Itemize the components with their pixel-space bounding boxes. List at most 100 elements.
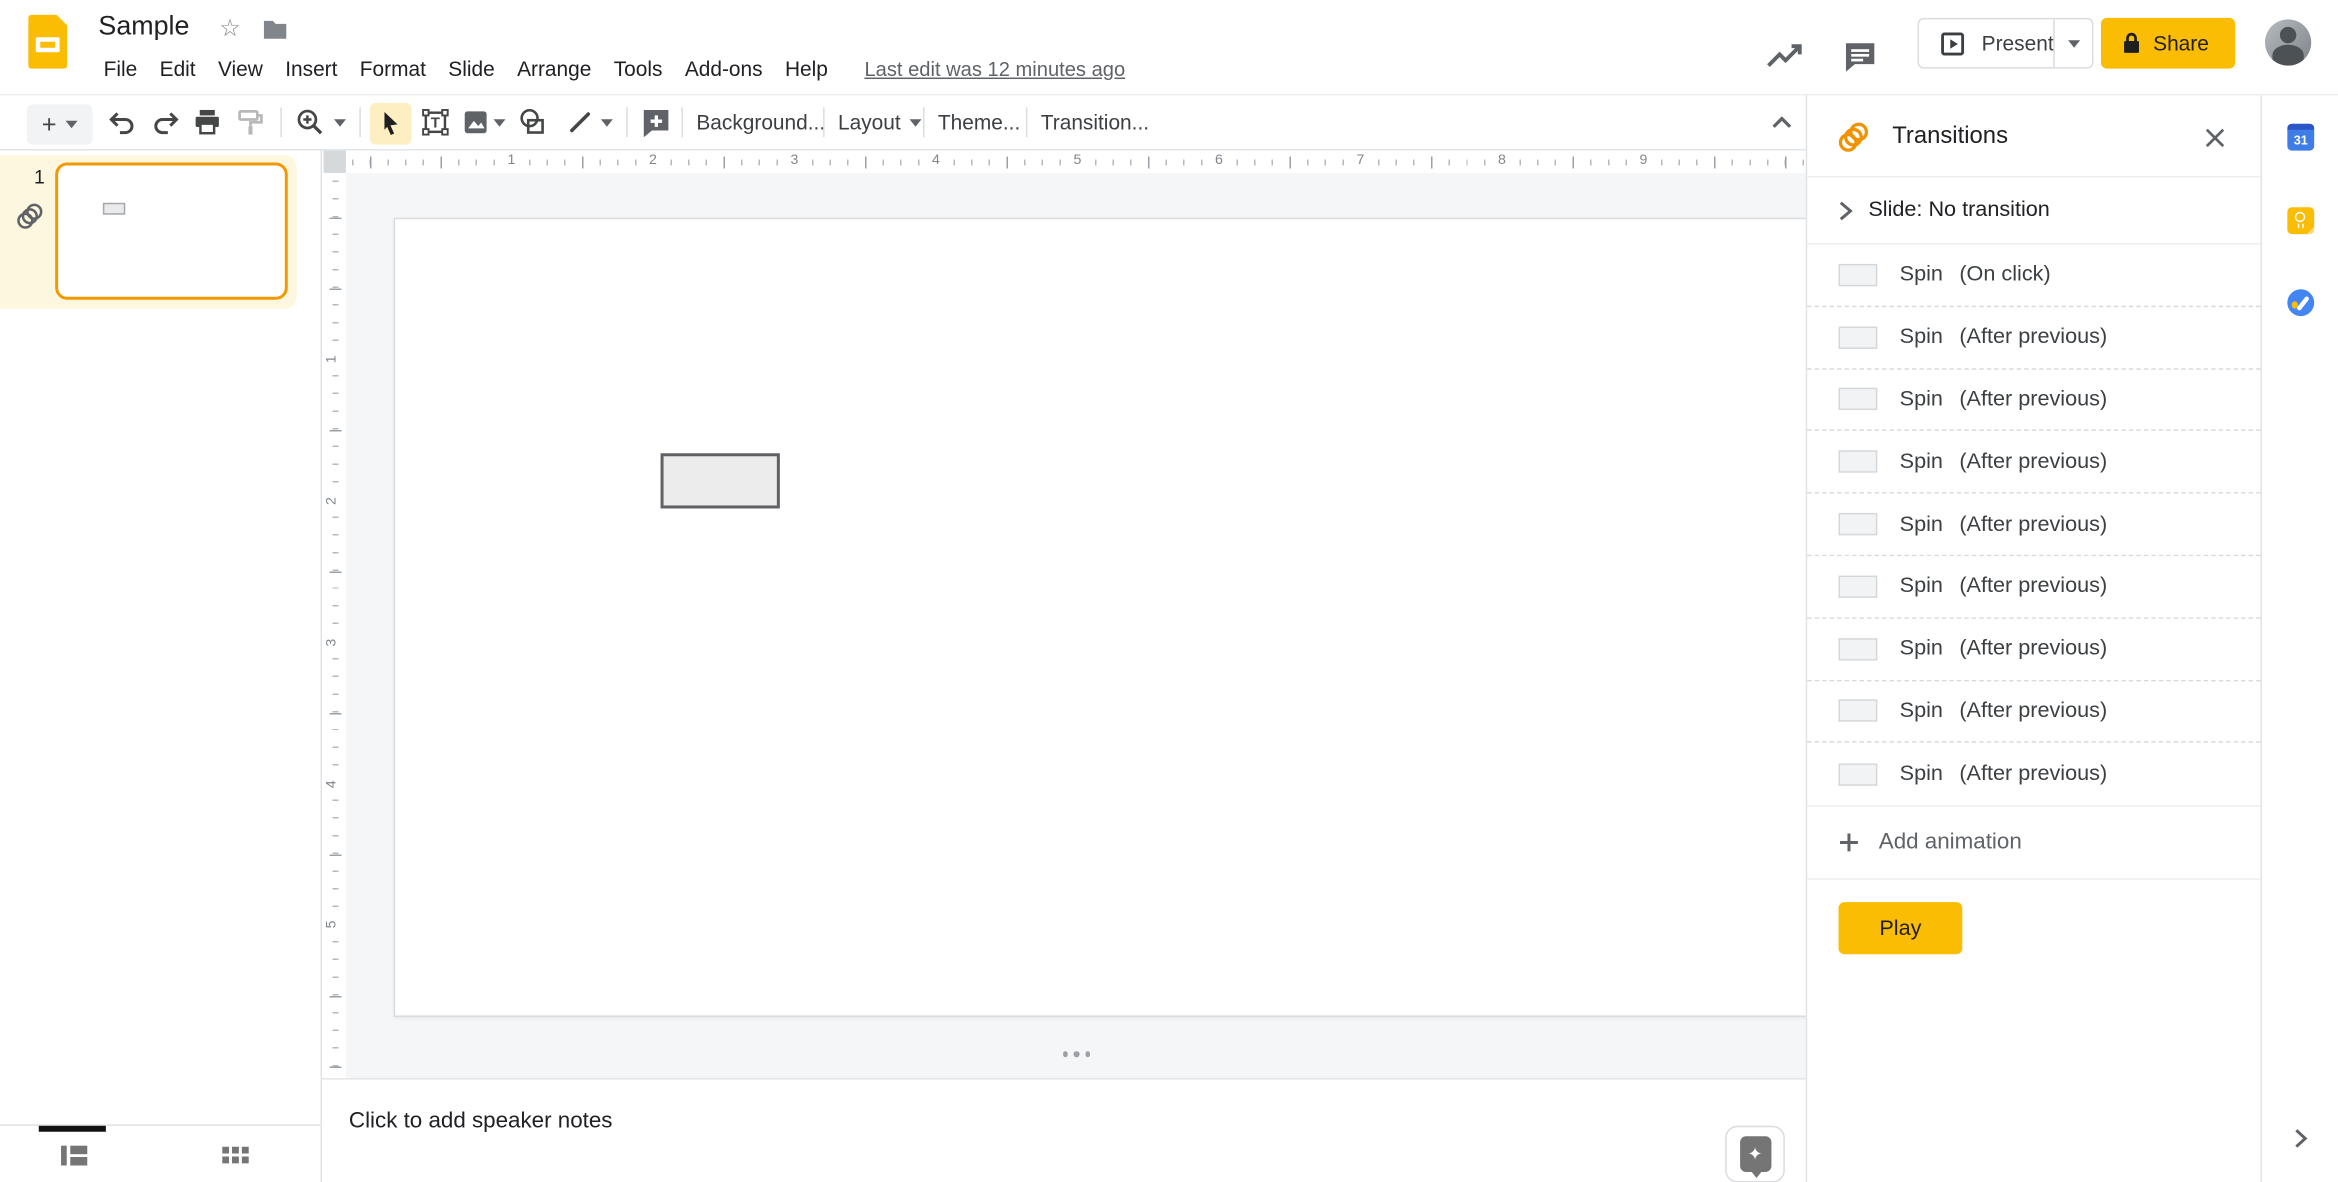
slide-thumbnail[interactable] bbox=[55, 162, 288, 300]
background-label: Background... bbox=[696, 110, 826, 135]
animation-row-6[interactable]: Spin (After previous) bbox=[1807, 556, 2261, 619]
animation-thumbnail bbox=[1838, 763, 1878, 786]
menu-edit[interactable]: Edit bbox=[148, 51, 206, 87]
animation-row-7[interactable]: Spin (After previous) bbox=[1807, 618, 2261, 681]
zoom-button[interactable] bbox=[292, 104, 328, 140]
select-tool-button[interactable] bbox=[369, 102, 412, 145]
animation-effect: Spin bbox=[1899, 762, 1943, 787]
close-panel-button[interactable] bbox=[2195, 118, 2234, 157]
shape-button[interactable] bbox=[514, 104, 550, 140]
menu-view[interactable]: View bbox=[207, 51, 274, 87]
redo-button[interactable] bbox=[148, 104, 184, 140]
grid-view-icon bbox=[222, 1146, 249, 1164]
document-title[interactable]: Sample bbox=[98, 10, 189, 41]
slide-transition-row[interactable]: Slide: No transition bbox=[1807, 177, 2261, 245]
ruler-corner bbox=[323, 150, 346, 173]
menu-addons[interactable]: Add-ons bbox=[674, 51, 774, 87]
animation-trigger: (After previous) bbox=[1959, 699, 2108, 724]
transitions-panel-header: Transitions bbox=[1807, 95, 2261, 178]
google-tasks-icon[interactable] bbox=[2287, 289, 2315, 317]
line-options-button[interactable] bbox=[596, 104, 617, 140]
slide-transition-label: Slide: No transition bbox=[1868, 198, 2050, 223]
share-label: Share bbox=[2153, 31, 2209, 56]
new-slide-button[interactable]: + bbox=[26, 104, 93, 145]
animation-row-9[interactable]: Spin (After previous) bbox=[1807, 743, 2260, 805]
share-button[interactable]: Share bbox=[2100, 17, 2236, 69]
ruler-number: 3 bbox=[323, 634, 342, 650]
activity-trend-icon[interactable] bbox=[1765, 43, 1807, 70]
tasks-dot bbox=[2291, 301, 2298, 308]
move-folder-icon[interactable] bbox=[262, 19, 287, 40]
chevron-down-icon bbox=[600, 118, 613, 126]
star-icon[interactable]: ☆ bbox=[219, 13, 240, 43]
account-avatar[interactable] bbox=[2264, 19, 2312, 66]
toolbar-divider bbox=[359, 107, 361, 138]
toolbar-divider bbox=[280, 107, 282, 138]
slide-number: 1 bbox=[33, 165, 45, 188]
speaker-notes-area[interactable]: Click to add speaker notes bbox=[322, 1078, 1806, 1182]
ruler-number: 5 bbox=[323, 917, 342, 933]
theme-label: Theme... bbox=[937, 110, 1021, 135]
hide-menus-button[interactable] bbox=[1764, 104, 1800, 140]
animation-trigger: (After previous) bbox=[1959, 574, 2108, 599]
vertical-ruler[interactable]: 1 2 3 4 5 bbox=[323, 172, 346, 1079]
animation-row-4[interactable]: Spin (After previous) bbox=[1807, 432, 2261, 494]
animation-row-1[interactable]: Spin (On click) bbox=[1807, 245, 2261, 307]
filmstrip-view-button[interactable] bbox=[55, 1139, 91, 1172]
horizontal-ruler[interactable]: 1 2 3 4 5 6 7 8 9 bbox=[345, 150, 1806, 173]
theme-button[interactable]: Theme... bbox=[938, 95, 1020, 149]
notes-resize-handle[interactable] bbox=[1053, 1051, 1101, 1057]
animation-row-8[interactable]: Spin (After previous) bbox=[1807, 681, 2261, 744]
animation-thumbnail bbox=[1838, 263, 1878, 287]
last-edit-link[interactable]: Last edit was 12 minutes ago bbox=[864, 57, 1125, 79]
logo-fold bbox=[56, 14, 68, 26]
comments-icon[interactable] bbox=[1843, 40, 1877, 73]
animation-row-2[interactable]: Spin (After previous) bbox=[1807, 307, 2261, 370]
undo-button[interactable] bbox=[104, 104, 140, 140]
transition-button[interactable]: Transition... bbox=[1041, 95, 1149, 149]
chevron-down-icon bbox=[2067, 39, 2080, 47]
present-options-button[interactable] bbox=[2053, 19, 2092, 68]
animation-trigger: (After previous) bbox=[1959, 636, 2108, 661]
slide-thumbnail-row-selected[interactable]: 1 bbox=[0, 155, 297, 309]
zoom-options-button[interactable] bbox=[330, 104, 351, 140]
print-icon bbox=[195, 109, 219, 135]
menu-tools[interactable]: Tools bbox=[603, 51, 674, 87]
animation-thumbnail bbox=[1838, 700, 1878, 723]
add-animation-button[interactable]: Add animation bbox=[1807, 805, 2261, 880]
insert-comment-button[interactable] bbox=[638, 104, 674, 140]
print-button[interactable] bbox=[189, 104, 225, 140]
google-calendar-icon[interactable]: 31 bbox=[2287, 123, 2315, 151]
explore-button[interactable]: ✦ bbox=[1725, 1125, 1785, 1182]
layout-button[interactable]: Layout bbox=[838, 95, 922, 149]
image-options-button[interactable] bbox=[489, 104, 510, 140]
menu-insert[interactable]: Insert bbox=[274, 51, 349, 87]
background-button[interactable]: Background... bbox=[696, 95, 825, 149]
google-keep-icon[interactable] bbox=[2287, 207, 2315, 235]
menu-format[interactable]: Format bbox=[349, 51, 437, 87]
slide-shape-rectangle[interactable] bbox=[660, 453, 780, 509]
add-animation-label: Add animation bbox=[1878, 829, 2022, 855]
slide-canvas[interactable] bbox=[393, 217, 1809, 1017]
animation-row-5[interactable]: Spin (After previous) bbox=[1807, 494, 2261, 557]
canvas-background bbox=[345, 172, 1809, 1079]
menu-file[interactable]: File bbox=[92, 51, 148, 87]
ruler-number: 5 bbox=[1069, 152, 1086, 170]
line-tool-button[interactable] bbox=[562, 104, 598, 140]
text-box-button[interactable]: T bbox=[418, 104, 454, 140]
grid-view-button[interactable] bbox=[218, 1139, 254, 1172]
menu-arrange[interactable]: Arrange bbox=[506, 51, 603, 87]
toolbar-divider bbox=[922, 107, 925, 138]
transitions-icon bbox=[1838, 122, 1869, 152]
menu-slide[interactable]: Slide bbox=[437, 51, 506, 87]
hide-side-panel-button[interactable] bbox=[2284, 1121, 2317, 1154]
play-button[interactable]: Play bbox=[1838, 902, 1963, 955]
slide-transition-indicator-icon[interactable] bbox=[13, 200, 46, 233]
slides-logo-icon[interactable] bbox=[28, 14, 68, 69]
animation-row-3[interactable]: Spin (After previous) bbox=[1807, 369, 2261, 432]
menu-help[interactable]: Help bbox=[774, 51, 839, 87]
present-button[interactable]: Present bbox=[1919, 19, 2054, 67]
paint-format-button[interactable] bbox=[233, 104, 269, 140]
animation-trigger: (After previous) bbox=[1959, 512, 2108, 537]
animation-effect: Spin bbox=[1899, 387, 1943, 412]
